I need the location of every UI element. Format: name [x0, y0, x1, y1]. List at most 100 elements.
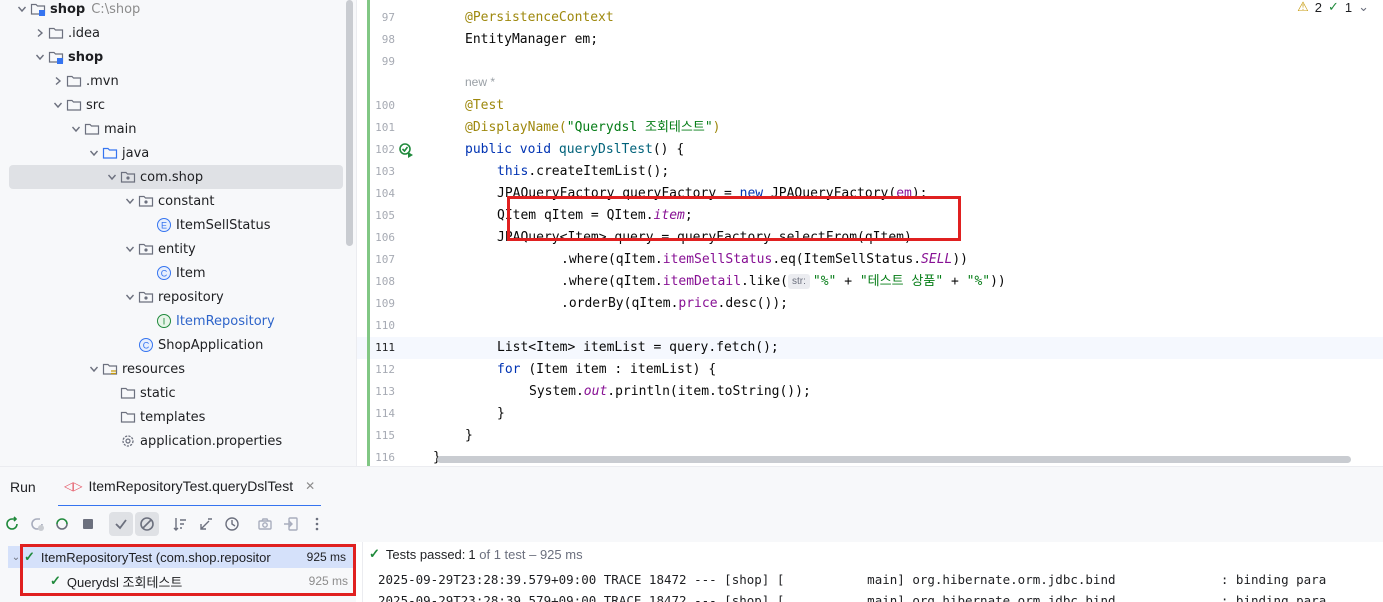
chevron-down-icon[interactable]	[14, 1, 30, 17]
code-token: price	[678, 296, 718, 311]
check-icon: ✓	[1327, 0, 1339, 14]
chevron-right-icon[interactable]	[50, 73, 66, 89]
tree-item[interactable]: shop	[0, 45, 356, 69]
code-token: "테스트 상품"	[859, 274, 944, 289]
chevron-down-icon[interactable]	[68, 121, 84, 137]
more-icon[interactable]	[305, 512, 329, 536]
chevron-down-icon[interactable]	[104, 169, 120, 185]
code-token: .println(item.toString());	[607, 384, 811, 399]
code-token: ))	[952, 252, 969, 267]
import-icon[interactable]	[279, 512, 303, 536]
tree-item-label: templates	[140, 409, 206, 425]
code-line[interactable]: .orderBy(qItem.price.desc());	[561, 293, 788, 315]
show-passed-icon[interactable]	[109, 512, 133, 536]
interface-icon: I	[156, 313, 172, 329]
tree-item-label: repository	[158, 289, 224, 305]
code-line[interactable]: .where(qItem.itemSellStatus.eq(ItemSellS…	[561, 249, 968, 271]
stop-icon[interactable]	[76, 512, 100, 536]
chevron-right-icon[interactable]	[32, 25, 48, 41]
code-line[interactable]: .where(qItem.itemDetail.like(str: "%" + "…	[561, 271, 1006, 293]
code-token: .createItemList();	[528, 164, 670, 179]
tree-item[interactable]: application.properties	[0, 429, 356, 453]
horizontal-scrollbar[interactable]	[437, 456, 1351, 463]
chevron-down-icon[interactable]	[50, 97, 66, 113]
tree-item[interactable]: .idea	[0, 21, 356, 45]
tree-item[interactable]: I ItemRepository	[0, 309, 356, 333]
line-number: 100	[375, 99, 395, 112]
tree-item-label: com.shop	[140, 169, 204, 185]
line-number: 111	[375, 341, 395, 354]
toggle-auto-test-icon[interactable]	[50, 512, 74, 536]
inspection-widget[interactable]: ⚠ 2 ✓ 1 ⌄	[1297, 0, 1369, 15]
sort-icon[interactable]	[168, 512, 192, 536]
chevron-down-icon[interactable]	[122, 193, 138, 209]
line-number: 98	[381, 33, 395, 46]
code-token: "%"	[966, 274, 991, 289]
close-icon[interactable]: ✕	[305, 479, 315, 493]
collapse-icon[interactable]	[194, 512, 218, 536]
tree-item[interactable]: static	[0, 381, 356, 405]
code-line[interactable]: System.out.println(item.toString());	[529, 381, 811, 403]
chevron-down-icon[interactable]	[86, 361, 102, 377]
camera-icon[interactable]	[253, 512, 277, 536]
code-line[interactable]: }	[465, 425, 473, 447]
code-line[interactable]: @PersistenceContext	[465, 7, 614, 29]
code-line[interactable]: for (Item item : itemList) {	[497, 359, 716, 381]
class-icon: C	[156, 265, 172, 281]
tree-item-label: static	[140, 385, 176, 401]
line-number: 107	[375, 253, 395, 266]
line-number: 115	[375, 429, 395, 442]
tree-item[interactable]: resources	[0, 357, 356, 381]
line-number: 101	[375, 121, 395, 134]
line-number: 114	[375, 407, 395, 420]
tree-item[interactable]: main	[0, 117, 356, 141]
run-tab[interactable]: ◁▷ ItemRepositoryTest.queryDslTest ✕	[58, 467, 322, 507]
code-line[interactable]: public void queryDslTest() {	[465, 139, 684, 161]
tree-item-label: ItemRepository	[176, 313, 275, 329]
tree-scrollbar[interactable]	[346, 0, 353, 246]
tree-item[interactable]: constant	[0, 189, 356, 213]
code-line[interactable]: }	[497, 403, 505, 425]
tree-item[interactable]: src	[0, 93, 356, 117]
tree-item[interactable]: templates	[0, 405, 356, 429]
tree-item[interactable]: entity	[0, 237, 356, 261]
code-token: (Item item : itemList) {	[528, 362, 717, 377]
tree-item-label: constant	[158, 193, 215, 209]
tree-item[interactable]: com.shop	[9, 165, 343, 189]
code-editor[interactable]: 97 @PersistenceContext 98 EntityManager em;…	[356, 0, 1383, 466]
code-token: System.	[529, 384, 584, 399]
code-token: this	[497, 164, 529, 179]
rerun-failed-icon[interactable]	[25, 512, 49, 536]
console-output[interactable]: ✓ Tests passed: 1 of 1 test – 925 ms 202…	[362, 542, 1383, 602]
line-number: 97	[381, 11, 395, 24]
run-test-gutter-icon[interactable]	[399, 143, 415, 159]
code-token: @PersistenceContext	[465, 10, 614, 25]
code-line[interactable]: EntityManager em;	[465, 29, 598, 51]
rerun-icon[interactable]	[0, 512, 24, 536]
code-vision-hint[interactable]: new *	[465, 75, 495, 89]
tree-item[interactable]: repository	[0, 285, 356, 309]
tree-item[interactable]: java	[0, 141, 356, 165]
chevron-down-icon[interactable]	[122, 241, 138, 257]
show-ignored-icon[interactable]	[135, 512, 159, 536]
code-token: @DisplayName(	[465, 120, 567, 135]
tree-item-label: application.properties	[140, 433, 283, 449]
code-line[interactable]: this.createItemList();	[497, 161, 669, 183]
check-count: 1	[1344, 0, 1353, 15]
warning-count: 2	[1314, 0, 1322, 15]
code-line[interactable]: @DisplayName("Querydsl 조회테스트")	[465, 117, 720, 139]
code-line[interactable]: List<Item> itemList = query.fetch();	[497, 337, 779, 359]
tree-item[interactable]: E ItemSellStatus	[0, 213, 356, 237]
chevron-down-icon[interactable]	[122, 289, 138, 305]
tree-item[interactable]: .mvn	[0, 69, 356, 93]
chevron-down-icon[interactable]	[86, 145, 102, 161]
tree-item[interactable]: C ShopApplication	[0, 333, 356, 357]
chevron-down-icon[interactable]	[32, 49, 48, 65]
code-token: public void	[465, 142, 559, 157]
tree-item-path: C:\shop	[91, 1, 141, 17]
tree-item[interactable]: C Item	[0, 261, 356, 285]
code-line[interactable]: @Test	[465, 95, 504, 117]
tree-item[interactable]: shop C:\shop	[0, 0, 356, 21]
clock-icon[interactable]	[220, 512, 244, 536]
